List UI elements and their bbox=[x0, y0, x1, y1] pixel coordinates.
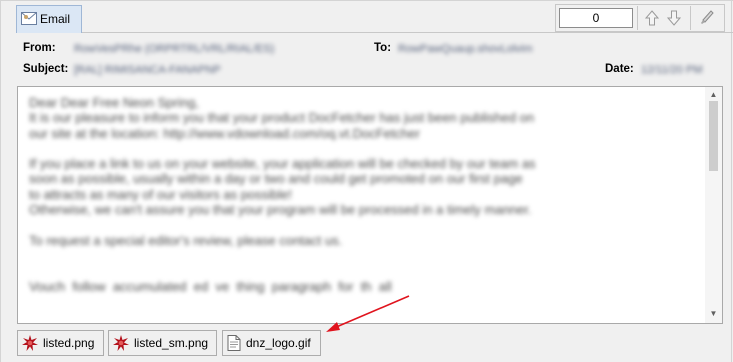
date-value: 12/11/20 PM bbox=[641, 64, 703, 76]
attachment-button[interactable]: listed.png bbox=[17, 330, 104, 356]
message-body-panel[interactable]: Dear Dear Free Neon Spring, It is our pl… bbox=[17, 86, 723, 324]
toolbar-separator bbox=[690, 6, 691, 30]
attachment-name: listed.png bbox=[43, 336, 95, 350]
from-value: RowVesPRhe (ORPRTRL/VRL/RIAL/ES) bbox=[74, 43, 275, 55]
attachment-name: listed_sm.png bbox=[134, 336, 209, 350]
down-arrow-icon[interactable] bbox=[666, 9, 682, 27]
document-icon bbox=[227, 335, 241, 351]
message-body-text: Dear Dear Free Neon Spring, It is our pl… bbox=[29, 95, 536, 294]
tab-label: Email bbox=[40, 12, 71, 26]
to-label: To: bbox=[374, 42, 392, 54]
subject-value: [RAL] RIMISANCA-FANAPNP bbox=[74, 64, 221, 76]
tab-email[interactable]: Email bbox=[16, 5, 82, 33]
scrollbar-thumb[interactable] bbox=[709, 101, 718, 171]
highlighter-icon[interactable] bbox=[699, 9, 715, 27]
from-label: From: bbox=[23, 42, 56, 54]
attachment-button[interactable]: dnz_logo.gif bbox=[222, 330, 321, 356]
match-counter[interactable]: 0 bbox=[559, 8, 633, 28]
toolbar-separator bbox=[637, 6, 638, 30]
up-arrow-icon[interactable] bbox=[644, 9, 660, 27]
annotation-arrow bbox=[326, 295, 410, 332]
date-label: Date: bbox=[605, 63, 634, 75]
to-value: RowPawQuaup.shovLolvim bbox=[398, 43, 533, 55]
red-splat-icon bbox=[113, 335, 129, 351]
attachment-name: dnz_logo.gif bbox=[246, 336, 311, 350]
window-top-border bbox=[0, 0, 733, 1]
vertical-scrollbar[interactable]: ▲ ▼ bbox=[705, 87, 722, 323]
scroll-down-icon[interactable]: ▼ bbox=[708, 309, 719, 319]
scroll-up-icon[interactable]: ▲ bbox=[708, 90, 719, 100]
subject-label: Subject: bbox=[23, 63, 69, 75]
red-splat-icon bbox=[22, 335, 38, 351]
attachment-button[interactable]: listed_sm.png bbox=[108, 330, 217, 356]
window-right-border bbox=[731, 0, 732, 362]
window-left-border bbox=[0, 0, 1, 362]
tab-divider bbox=[82, 32, 733, 33]
envelope-icon bbox=[21, 12, 37, 25]
